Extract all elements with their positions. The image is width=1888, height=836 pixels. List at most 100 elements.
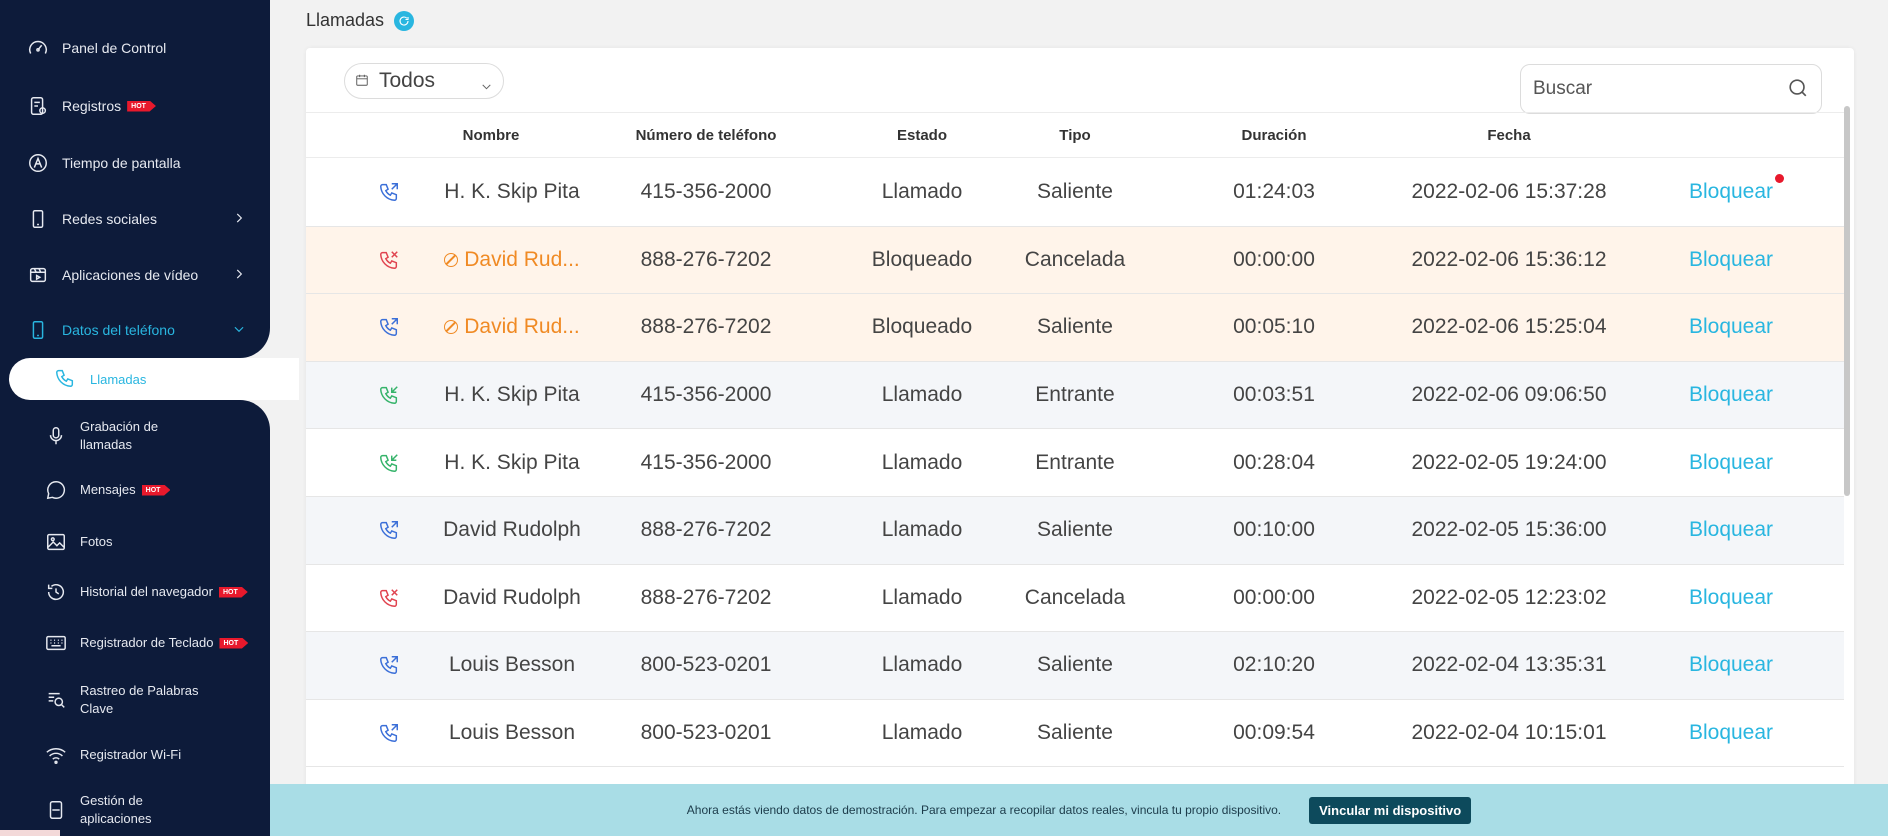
blocked-icon bbox=[444, 320, 459, 335]
call-duration: 00:00:00 bbox=[1233, 585, 1315, 609]
hot-badge: HOT bbox=[141, 484, 171, 496]
block-button[interactable]: Bloquear bbox=[1689, 180, 1773, 204]
chevron-right-icon bbox=[232, 211, 246, 228]
sidebar-item-label: Registrador de Teclado bbox=[80, 635, 214, 650]
call-status: Llamado bbox=[881, 721, 963, 745]
sidebar-item-rastreo-de-palabras-clave[interactable]: Rastreo de Palabras Clave bbox=[0, 682, 270, 718]
sidebar-item-label: Panel de Control bbox=[62, 40, 167, 56]
phone-call-icon bbox=[54, 367, 90, 392]
outgoing-call-icon bbox=[378, 181, 400, 203]
search-input[interactable] bbox=[1521, 65, 1761, 113]
column-header-fecha: Fecha bbox=[1487, 127, 1531, 144]
chevron-down-icon bbox=[480, 75, 493, 99]
table-header: Nombre Número de teléfono Estado Tipo Du… bbox=[306, 112, 1844, 158]
sidebar-item-label: Llamadas bbox=[90, 371, 147, 387]
name-cell: David Rud... bbox=[378, 294, 618, 361]
microphone-icon bbox=[44, 424, 68, 448]
block-button[interactable]: Bloquear bbox=[1689, 451, 1773, 475]
column-header-nombre: Nombre bbox=[462, 127, 520, 144]
dashboard-icon bbox=[26, 36, 50, 60]
call-duration: 00:10:00 bbox=[1233, 518, 1315, 542]
table-row: H. K. Skip Pita 415-356-2000 Llamado Entran… bbox=[306, 429, 1844, 497]
sidebar-item-fotos[interactable]: Fotos bbox=[0, 530, 270, 554]
date-filter-select[interactable]: Todos bbox=[344, 63, 504, 99]
name-cell: Louis Besson bbox=[378, 700, 618, 767]
sidebar-item-registrador-wifi[interactable]: Registrador Wi-Fi bbox=[0, 743, 270, 767]
sidebar-item-registros[interactable]: Registros HOT bbox=[0, 94, 270, 118]
call-duration: 00:28:04 bbox=[1233, 450, 1315, 474]
call-duration: 00:03:51 bbox=[1233, 383, 1315, 407]
call-date: 2022-02-04 10:15:01 bbox=[1411, 721, 1607, 745]
call-duration: 00:00:00 bbox=[1233, 247, 1315, 271]
call-type: Saliente bbox=[1037, 315, 1113, 339]
chevron-down-icon bbox=[232, 322, 246, 339]
sidebar-item-gestion-de-aplicaciones[interactable]: Gestión de aplicaciones bbox=[0, 792, 270, 828]
calls-card: Todos Nombre Número de teléfono Estado T… bbox=[306, 48, 1854, 836]
contact-name-text: H. K. Skip Pita bbox=[444, 180, 580, 204]
block-button[interactable]: Bloquear bbox=[1689, 586, 1773, 610]
call-type: Cancelada bbox=[1024, 585, 1126, 609]
table-scrollbar[interactable] bbox=[1844, 106, 1850, 496]
phone-number: 888-276-7202 bbox=[640, 315, 772, 339]
sidebar-item-label: Aplicaciones de vídeo bbox=[62, 267, 199, 283]
call-date: 2022-02-05 12:23:02 bbox=[1411, 585, 1607, 609]
screen-time-icon bbox=[26, 151, 50, 175]
call-date: 2022-02-05 15:36:00 bbox=[1411, 518, 1607, 542]
call-type: Saliente bbox=[1037, 653, 1113, 677]
sidebar-item-llamadas[interactable]: Llamadas bbox=[54, 358, 146, 400]
outgoing-call-icon bbox=[378, 654, 400, 676]
contact-name: David Rudolph bbox=[406, 518, 618, 542]
block-button[interactable]: Bloquear bbox=[1689, 383, 1773, 407]
page-header: Llamadas bbox=[306, 10, 415, 31]
call-status: Bloqueado bbox=[871, 247, 973, 271]
sidebar-item-datos-del-telefono[interactable]: Datos del teléfono bbox=[0, 318, 270, 342]
records-icon bbox=[26, 94, 50, 118]
phone-icon bbox=[26, 207, 50, 231]
hot-badge: HOT bbox=[219, 637, 249, 649]
sidebar-item-tiempo-de-pantalla[interactable]: Tiempo de pantalla bbox=[0, 151, 270, 175]
call-duration: 00:09:54 bbox=[1233, 721, 1315, 745]
block-button[interactable]: Bloquear bbox=[1689, 518, 1773, 542]
contact-name: David Rud... bbox=[406, 315, 618, 339]
call-duration: 01:24:03 bbox=[1233, 180, 1315, 204]
sidebar-item-panel-de-control[interactable]: Panel de Control bbox=[0, 36, 270, 60]
contact-name-text: David Rud... bbox=[464, 315, 580, 339]
sidebar-item-label: Fotos bbox=[80, 534, 113, 549]
notification-dot bbox=[1775, 174, 1784, 183]
block-button[interactable]: Bloquear bbox=[1689, 248, 1773, 272]
sidebar-item-label: Tiempo de pantalla bbox=[62, 155, 181, 171]
contact-name: H. K. Skip Pita bbox=[406, 180, 618, 204]
call-status: Bloqueado bbox=[871, 315, 973, 339]
sidebar-item-label: Datos del teléfono bbox=[62, 322, 175, 338]
sidebar-item-aplicaciones-de-video[interactable]: Aplicaciones de vídeo bbox=[0, 263, 270, 287]
sidebar-item-label: Historial del navegador bbox=[80, 584, 213, 599]
phone-number: 415-356-2000 bbox=[640, 383, 772, 407]
refresh-icon[interactable] bbox=[394, 10, 415, 31]
search-icon[interactable] bbox=[1787, 77, 1809, 104]
sidebar-item-historial-del-navegador[interactable]: Historial del navegador HOT bbox=[0, 580, 270, 604]
block-button[interactable]: Bloquear bbox=[1689, 653, 1773, 677]
sidebar-item-redes-sociales[interactable]: Redes sociales bbox=[0, 207, 270, 231]
image-icon bbox=[44, 530, 68, 554]
link-device-button[interactable]: Vincular mi dispositivo bbox=[1309, 796, 1472, 824]
call-date: 2022-02-04 13:35:31 bbox=[1411, 653, 1607, 677]
app-icon bbox=[44, 798, 68, 822]
table-row: David Rudolph 888-276-7202 Llamado Saliente… bbox=[306, 496, 1844, 565]
sidebar-item-registrador-de-teclado[interactable]: Registrador de Teclado HOT bbox=[0, 631, 270, 655]
call-status: Llamado bbox=[881, 180, 963, 204]
block-button[interactable]: Bloquear bbox=[1689, 721, 1773, 745]
phone-number: 800-523-0201 bbox=[640, 653, 772, 677]
sidebar-item-grabacion-de-llamadas[interactable]: Grabación de llamadas bbox=[0, 418, 270, 454]
table-row: Louis Besson 800-523-0201 Llamado Saliente 0… bbox=[306, 632, 1844, 700]
sidebar-item-mensajes[interactable]: Mensajes HOT bbox=[0, 478, 270, 502]
calendar-icon bbox=[355, 69, 379, 93]
column-header-numero: Número de teléfono bbox=[635, 127, 777, 144]
column-header-tipo: Tipo bbox=[1059, 127, 1091, 144]
history-icon bbox=[44, 580, 68, 604]
sidebar-item-label: Grabación de llamadas bbox=[80, 419, 159, 452]
outgoing-call-icon bbox=[378, 316, 400, 338]
call-date: 2022-02-06 15:25:04 bbox=[1411, 315, 1607, 339]
block-button[interactable]: Bloquear bbox=[1689, 315, 1773, 339]
incoming-call-icon bbox=[378, 452, 400, 474]
cancelled-call-icon bbox=[378, 587, 400, 609]
